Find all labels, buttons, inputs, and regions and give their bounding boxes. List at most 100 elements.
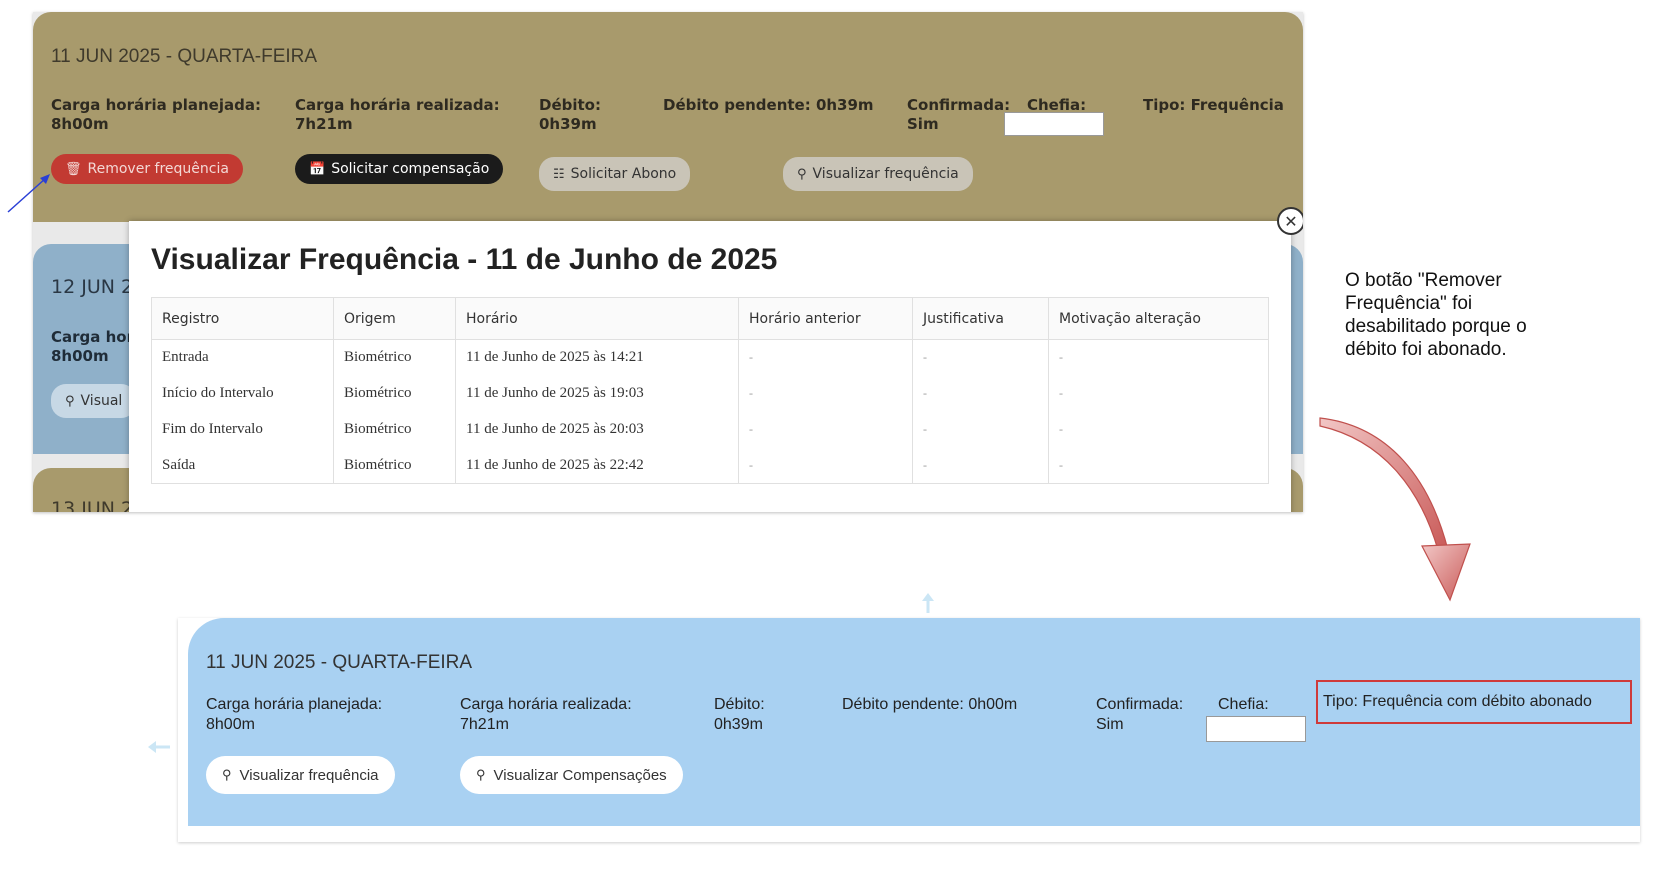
column-header: Justificativa: [912, 297, 1049, 340]
table-cell: Entrada: [151, 339, 334, 376]
done-hours-value: 7h21m: [295, 115, 353, 133]
confirmed: Confirmada: Sim: [907, 96, 1010, 134]
done-hours-value: 7h21m: [460, 716, 509, 733]
day-card-date: 11 JUN 2025 - QUARTA-FEIRA: [51, 46, 318, 67]
table-row: Entrada Biométrico 11 de Junho de 2025 à…: [151, 339, 1269, 376]
column-header: Horário anterior: [738, 297, 913, 340]
table-cell: -: [738, 411, 913, 448]
table-row: Início do Intervalo Biométrico 11 de Jun…: [151, 375, 1269, 412]
view-frequency-button[interactable]: ⚲ Visual: [51, 384, 137, 418]
modal-close-button[interactable]: ✕: [1277, 207, 1303, 235]
confirmed-value: Sim: [1096, 716, 1124, 733]
planned-hours-value: 8h00m: [206, 716, 255, 733]
table-cell: 11 de Junho de 2025 às 19:03: [455, 375, 739, 412]
table-cell: Saída: [151, 447, 334, 484]
column-header: Origem: [333, 297, 456, 340]
table-cell: Início do Intervalo: [151, 375, 334, 412]
day-card-date: 12 JUN 2: [51, 276, 134, 298]
modal-title: Visualizar Frequência - 11 de Junho de 2…: [151, 243, 778, 276]
debit-value: 0h39m: [714, 716, 763, 733]
trash-icon: 🗑: [65, 161, 82, 177]
column-header: Registro: [151, 297, 334, 340]
confirmed-label: Confirmada:: [1096, 696, 1184, 713]
table-cell: -: [738, 339, 913, 376]
table-cell: -: [912, 339, 1049, 376]
request-abono-button[interactable]: ☷ Solicitar Abono: [539, 157, 691, 191]
confirmed-label: Confirmada:: [907, 96, 1011, 114]
table-cell: -: [738, 447, 913, 484]
chefia-field: [1206, 716, 1306, 742]
day-card-date: 13 JUN 2: [51, 498, 134, 512]
column-header: Horário: [455, 297, 739, 340]
remove-frequency-button[interactable]: 🗑 Remover frequência: [51, 154, 243, 184]
frequency-table: Registro Origem Horário Horário anterior…: [151, 297, 1269, 484]
chefia-label: Chefia:: [1218, 696, 1269, 713]
close-icon: ✕: [1284, 211, 1298, 231]
debit-value: 0h39m: [539, 115, 597, 133]
table-cell: Fim do Intervalo: [151, 411, 334, 448]
table-cell: Biométrico: [333, 375, 456, 412]
search-icon: ⚲: [797, 166, 807, 182]
view-compensations-label: Visualizar Compensações: [493, 766, 667, 784]
bottom-screenshot: 11 JUN 2025 - QUARTA-FEIRA Carga horária…: [178, 618, 1640, 842]
table-cell: -: [1048, 447, 1269, 484]
debit: Débito: 0h39m: [714, 695, 765, 735]
table-header-row: Registro Origem Horário Horário anterior…: [151, 297, 1269, 340]
pending-debit: Débito pendente: 0h39m: [663, 96, 874, 114]
remove-frequency-label: Remover frequência: [87, 161, 229, 177]
view-frequency-button[interactable]: ⚲ Visualizar frequência: [783, 157, 973, 191]
search-icon: ⚲: [476, 767, 486, 782]
day-card-11-jun-updated: 11 JUN 2025 - QUARTA-FEIRA Carga horária…: [188, 618, 1640, 826]
done-hours-label: Carga horária realizada:: [460, 696, 632, 713]
request-abono-label: Solicitar Abono: [570, 166, 677, 182]
view-frequency-button[interactable]: ⚲ Visualizar frequência: [206, 756, 395, 794]
planned-hours: Carga horária planejada: 8h00m: [51, 96, 261, 134]
faint-left-arrow-icon: [148, 741, 170, 753]
table-cell: -: [912, 411, 1049, 448]
table-cell: Biométrico: [333, 411, 456, 448]
column-header: Motivação alteração: [1048, 297, 1269, 340]
table-row: Saída Biométrico 11 de Junho de 2025 às …: [151, 447, 1269, 484]
table-cell: -: [1048, 375, 1269, 412]
view-frequency-label: Visual: [80, 393, 123, 409]
debit-label: Débito:: [714, 696, 765, 713]
top-screenshot: 11 JUN 2025 - QUARTA-FEIRA Carga horária…: [33, 12, 1303, 512]
table-cell: -: [912, 447, 1049, 484]
faint-up-arrow-icon: [922, 593, 934, 613]
curved-arrow-icon: [1319, 417, 1471, 602]
table-cell: Biométrico: [333, 447, 456, 484]
tipo-highlighted: Tipo: Frequência com débito abonado: [1316, 680, 1632, 724]
planned-hours-label: Carga horária planejada:: [51, 96, 261, 114]
done-hours: Carga horária realizada: 7h21m: [295, 96, 500, 134]
table-cell: 11 de Junho de 2025 às 14:21: [455, 339, 739, 376]
done-hours: Carga horária realizada: 7h21m: [460, 695, 632, 735]
confirmed: Confirmada: Sim: [1096, 695, 1183, 735]
search-icon: ⚲: [65, 393, 75, 409]
debit: Débito: 0h39m: [539, 96, 601, 134]
table-cell: -: [1048, 411, 1269, 448]
table-row: Fim do Intervalo Biométrico 11 de Junho …: [151, 411, 1269, 448]
tipo: Tipo: Frequência: [1143, 96, 1284, 114]
pointer-arrow-icon: [7, 174, 50, 213]
view-frequency-label: Visualizar frequência: [812, 166, 959, 182]
annotation-note: O botão "Remover Frequência" foi desabil…: [1345, 270, 1527, 360]
view-frequency-label: Visualizar frequência: [239, 766, 379, 784]
view-compensations-button[interactable]: ⚲ Visualizar Compensações: [460, 756, 683, 794]
pending-debit: Débito pendente: 0h00m: [842, 696, 1018, 713]
request-compensation-button[interactable]: 📅 Solicitar compensação: [295, 154, 504, 184]
list-icon: ☷: [553, 166, 565, 182]
chefia-field: [1004, 112, 1104, 136]
table-cell: -: [1048, 339, 1269, 376]
table-cell: -: [738, 375, 913, 412]
day-card-date: 11 JUN 2025 - QUARTA-FEIRA: [206, 652, 473, 673]
debit-label: Débito:: [539, 96, 601, 114]
planned-hours-value: 8h00m: [51, 115, 109, 133]
search-icon: ⚲: [222, 767, 232, 782]
confirmed-value: Sim: [907, 115, 939, 133]
day-card-11-jun: 11 JUN 2025 - QUARTA-FEIRA Carga horária…: [33, 12, 1303, 222]
table-cell: -: [912, 375, 1049, 412]
request-compensation-label: Solicitar compensação: [331, 161, 490, 177]
table-cell: 11 de Junho de 2025 às 22:42: [455, 447, 739, 484]
planned-hours: Carga horária planejada: 8h00m: [206, 695, 382, 735]
planned-hours-label: Carga horária planejada:: [206, 696, 383, 713]
